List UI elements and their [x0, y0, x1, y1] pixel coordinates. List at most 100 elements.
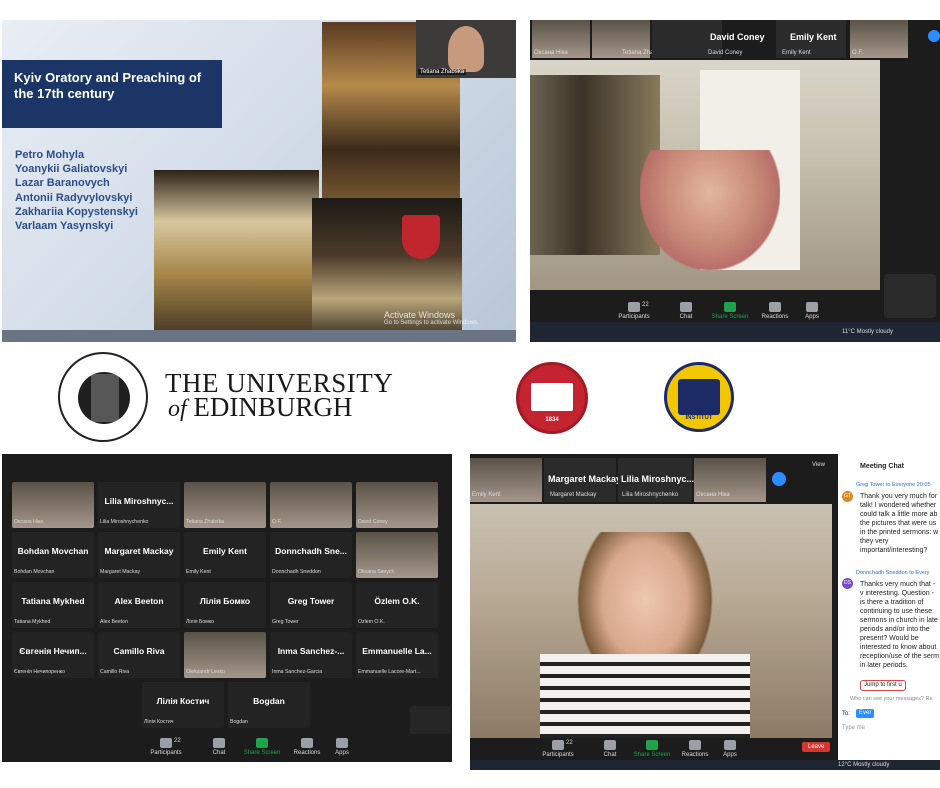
participant-tile[interactable]: Donnchadh Sne... Donnchadh Sneddon — [270, 532, 352, 578]
apps-icon — [336, 738, 348, 748]
reactions-icon — [769, 302, 781, 312]
jump-to-first-unread[interactable]: Jump to first u — [860, 680, 906, 691]
leave-button[interactable]: Leave — [802, 742, 831, 752]
next-page-icon[interactable] — [772, 472, 786, 486]
next-page-icon[interactable] — [928, 30, 940, 42]
participants-count: 22 — [566, 740, 573, 746]
participant-name: Лілія Костич — [156, 696, 210, 706]
participant-label: Lilia Miroshnychenko — [100, 519, 149, 525]
participant-tile[interactable]: David Coney — [356, 482, 438, 528]
participants-icon — [160, 738, 172, 748]
slide-name: Varlaam Yasynskyi — [15, 220, 114, 233]
crest-book — [91, 374, 119, 422]
chat-button[interactable]: Chat — [674, 302, 698, 320]
slide-panel: Kyiv Oratory and Preaching of the 17th c… — [2, 20, 516, 342]
participant-label: Camillo Riva — [100, 669, 130, 675]
thumbnail-strip: Оксана Ніка Tetiana Zhabska David Coney … — [530, 20, 940, 60]
participant-name: Bogdan — [253, 696, 285, 706]
participant-label: Bogdan — [230, 719, 248, 725]
participant-name: Євгенія Нечип... — [19, 646, 87, 656]
participant-label: Лілія Бомко — [186, 619, 215, 625]
participant-tile[interactable]: Margaret Mackay Margaret Mackay — [98, 532, 180, 578]
thumb-label: Lilia Miroshnychenko — [622, 492, 679, 498]
participant-label: Tatiana Mykhed — [14, 619, 51, 625]
participant-tile[interactable]: Oleksandr Lesko — [184, 632, 266, 678]
participant-name: Lilia Miroshnyc... — [104, 496, 174, 506]
reactions-button[interactable]: Reactions — [290, 738, 324, 756]
thumb-label: Emily Kent — [472, 492, 501, 498]
participant-name: Inma Sanchez-... — [277, 646, 345, 656]
thumb-name: Emily Kent — [790, 32, 837, 42]
share-screen-button[interactable]: Share Screen — [710, 302, 750, 320]
participant-tile[interactable]: Лілія Костич Лілія Костич — [142, 682, 224, 728]
to-label: To: — [842, 711, 851, 717]
participant-name: Camillo Riva — [113, 646, 165, 656]
slide-name: Yoanykii Galiatovskyi — [15, 163, 128, 176]
zoom-toolbar: Participants 22 Chat Share Screen Reacti… — [2, 734, 452, 762]
participant-name: Tatiana Mykhed — [21, 596, 85, 606]
meeting-chat-panel: Meeting Chat Greg Tower to Everyone 20:0… — [838, 454, 940, 770]
chat-title: Meeting Chat — [860, 463, 904, 470]
participant-tile[interactable]: Oksana Savych — [356, 532, 438, 578]
slide-name: Antonii Radyvylovskyi — [15, 191, 133, 204]
participant-label: Bohdan Movchan — [14, 569, 55, 575]
participant-tile[interactable]: Emily Kent Emily Kent — [184, 532, 266, 578]
slide-title: Kyiv Oratory and Preaching of the 17th c… — [14, 70, 202, 101]
chat-button[interactable]: Chat — [598, 740, 622, 758]
recipient-select[interactable]: Ever — [856, 709, 875, 718]
thumb-label: O.F. — [852, 50, 864, 56]
chat-sender: Greg Tower to Everyone 20:05 — [856, 482, 931, 488]
participant-label: Emmanuelle Lacore-Mart... — [358, 669, 421, 675]
participant-label: Лілія Костич — [144, 719, 174, 725]
participant-tile[interactable]: Лілія Бомко Лілія Бомко — [184, 582, 266, 628]
reactions-button[interactable]: Reactions — [678, 740, 712, 758]
participant-tile[interactable]: Bogdan Bogdan — [228, 682, 310, 728]
apps-button[interactable]: Apps — [332, 738, 352, 756]
participant-name: Emmanuelle La... — [362, 646, 432, 656]
participant-tile[interactable]: Lilia Miroshnyc... Lilia Miroshnychenko — [98, 482, 180, 528]
apps-button[interactable]: Apps — [720, 740, 740, 758]
participant-label: Tetiana Zhabska — [186, 519, 225, 525]
participant-label: Оксана Ніка — [14, 519, 44, 525]
participant-tile[interactable]: Оксана Ніка — [12, 482, 94, 528]
share-screen-button[interactable]: Share Screen — [242, 738, 282, 756]
apps-button[interactable]: Apps — [802, 302, 822, 320]
participant-tile[interactable]: Camillo Riva Camillo Riva — [98, 632, 180, 678]
view-button[interactable]: View — [812, 462, 825, 468]
participant-label: Inma Sanchez-Garcia — [272, 669, 323, 675]
participant-tile[interactable]: Євгенія Нечип... Євгенія Нечипоренко — [12, 632, 94, 678]
participant-tile[interactable]: O.F. — [270, 482, 352, 528]
share-screen-button[interactable]: Share Screen — [632, 740, 672, 758]
institute-seal: INSTITUT — [664, 362, 734, 432]
participants-icon — [552, 740, 564, 750]
windows-taskbar: 12°C Mostly cloudy — [470, 760, 940, 770]
reactions-button[interactable]: Reactions — [758, 302, 792, 320]
participant-tile[interactable]: Greg Tower Greg Tower — [270, 582, 352, 628]
chat-icon — [680, 302, 692, 312]
participant-tile[interactable]: Inma Sanchez-... Inma Sanchez-Garcia — [270, 632, 352, 678]
participant-name: Greg Tower — [287, 596, 335, 606]
slide-name: Zakhariia Kopystenskyi — [15, 205, 138, 218]
participant-tile[interactable]: Tetiana Zhabska — [184, 482, 266, 528]
seal-building — [531, 383, 573, 411]
tray-icons — [884, 274, 936, 318]
message-input[interactable]: Type me — [842, 724, 865, 733]
participants-icon — [628, 302, 640, 312]
participant-tile[interactable]: Bohdan Movchan Bohdan Movchan — [12, 532, 94, 578]
share-screen-icon — [646, 740, 658, 750]
participant-tile[interactable]: Emmanuelle La... Emmanuelle Lacore-Mart..… — [356, 632, 438, 678]
participant-tile[interactable]: Tatiana Mykhed Tatiana Mykhed — [12, 582, 94, 628]
who-can-see[interactable]: Who can see your messages? Re — [850, 696, 933, 702]
participant-tile[interactable]: Alex Beeton Alex Beeton — [98, 582, 180, 628]
seal-year: 1834 — [545, 417, 559, 423]
participant-tile[interactable]: Özlem O.K. Özlem O.K. — [356, 582, 438, 628]
chat-message: Thank you very much for talk! I wondered… — [860, 493, 939, 554]
chat-icon — [604, 740, 616, 750]
chat-button[interactable]: Chat — [207, 738, 231, 756]
slide-name: Petro Mohyla — [15, 149, 85, 161]
chat-message: Thanks very much that - v interesting. Q… — [860, 581, 939, 669]
kyiv-university-seal: 1834 — [516, 362, 588, 434]
participants-count: 22 — [174, 738, 181, 744]
side-area — [880, 60, 940, 342]
edinburgh-crest — [58, 352, 148, 442]
